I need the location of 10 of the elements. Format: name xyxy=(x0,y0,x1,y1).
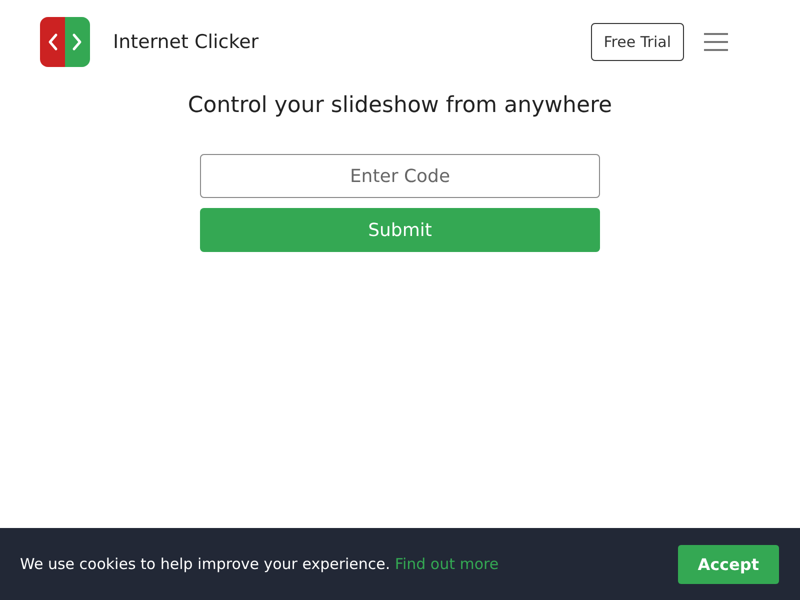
submit-button[interactable]: Submit xyxy=(200,208,600,252)
code-input-field[interactable]: Enter Code xyxy=(200,154,600,198)
accept-button[interactable]: Accept xyxy=(678,544,779,584)
menu-icon[interactable] xyxy=(704,33,728,51)
brand-name[interactable]: Internet Clicker xyxy=(113,31,259,53)
logo-icon xyxy=(40,17,90,67)
find-out-more-link[interactable]: Find out more xyxy=(394,555,499,573)
headline: Control your slideshow from anywhere xyxy=(186,93,614,118)
cookie-message: We use cookies to help improve your experience. Find out more xyxy=(20,555,499,573)
free-trial-button[interactable]: Free Trial xyxy=(590,23,684,61)
